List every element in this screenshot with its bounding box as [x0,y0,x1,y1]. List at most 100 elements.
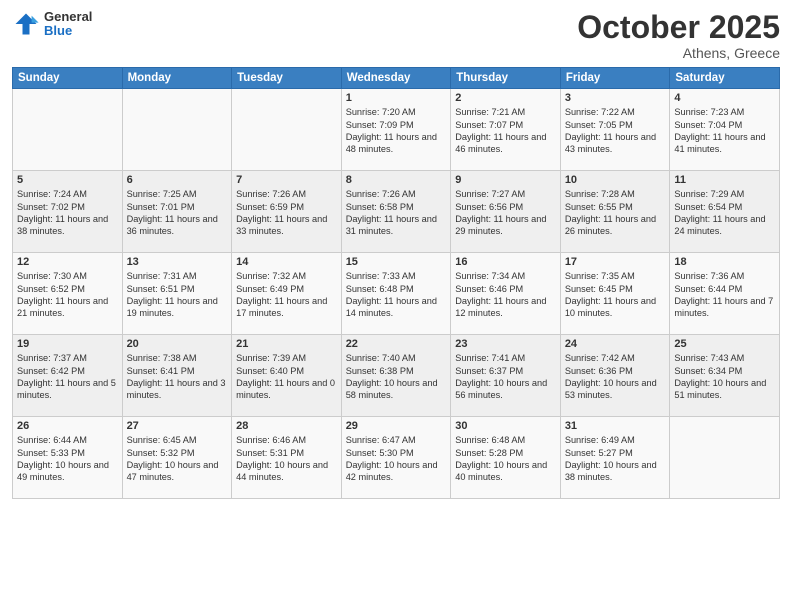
day-number: 12 [17,256,118,268]
calendar-cell [122,89,232,171]
day-number: 16 [455,256,556,268]
calendar-cell: 3 Sunrise: 7:22 AM Sunset: 7:05 PM Daylig… [560,89,670,171]
calendar-week-row: 12 Sunrise: 7:30 AM Sunset: 6:52 PM Dayli… [13,253,780,335]
day-info: Sunrise: 7:24 AM Sunset: 7:02 PM Dayligh… [17,188,118,238]
day-header-tuesday: Tuesday [232,68,342,89]
calendar-cell: 26 Sunrise: 6:44 AM Sunset: 5:33 PM Dayli… [13,417,123,499]
day-number: 3 [565,92,666,104]
day-number: 27 [127,420,228,432]
day-info: Sunrise: 7:26 AM Sunset: 6:58 PM Dayligh… [346,188,447,238]
day-number: 23 [455,338,556,350]
calendar-cell: 17Sunrise: 7:35 AM Sunset: 6:45 PM Dayli… [560,253,670,335]
day-info: Sunrise: 7:40 AM Sunset: 6:38 PM Dayligh… [346,352,447,402]
calendar-cell: 9 Sunrise: 7:27 AM Sunset: 6:56 PM Daylig… [451,171,561,253]
logo: General Blue [12,10,92,39]
calendar-cell: 19 Sunrise: 7:37 AM Sunset: 6:42 PM Dayli… [13,335,123,417]
day-number: 20 [127,338,228,350]
calendar-cell: 11 Sunrise: 7:29 AM Sunset: 6:54 PM Dayli… [670,171,780,253]
day-info: Sunrise: 7:38 AM Sunset: 6:41 PM Dayligh… [127,352,228,402]
day-info: Sunrise: 7:29 AM Sunset: 6:54 PM Dayligh… [674,188,775,238]
calendar-cell: 18Sunrise: 7:36 AM Sunset: 6:44 PM Dayli… [670,253,780,335]
calendar-cell: 31 Sunrise: 6:49 AM Sunset: 5:27 PM Dayli… [560,417,670,499]
day-info: Sunrise: 7:31 AM Sunset: 6:51 PM Dayligh… [127,270,228,320]
calendar-cell: 12 Sunrise: 7:30 AM Sunset: 6:52 PM Dayli… [13,253,123,335]
day-number: 1 [346,92,447,104]
day-number: 28 [236,420,337,432]
month-title: October 2025 [577,10,780,45]
day-number: 9 [455,174,556,186]
day-info: Sunrise: 7:28 AM Sunset: 6:55 PM Dayligh… [565,188,666,238]
calendar-cell: 8 Sunrise: 7:26 AM Sunset: 6:58 PM Daylig… [341,171,451,253]
day-number: 31 [565,420,666,432]
day-number: 19 [17,338,118,350]
day-number: 8 [346,174,447,186]
calendar-cell: 1 Sunrise: 7:20 AM Sunset: 7:09 PM Daylig… [341,89,451,171]
calendar-cell: 20 Sunrise: 7:38 AM Sunset: 6:41 PM Dayli… [122,335,232,417]
calendar-cell: 29 Sunrise: 6:47 AM Sunset: 5:30 PM Dayli… [341,417,451,499]
calendar-table: SundayMondayTuesdayWednesdayThursdayFrid… [12,67,780,499]
logo-icon [12,10,40,38]
calendar-cell: 2Sunrise: 7:21 AM Sunset: 7:07 PM Daylig… [451,89,561,171]
day-number: 15 [346,256,447,268]
calendar-week-row: 26 Sunrise: 6:44 AM Sunset: 5:33 PM Dayli… [13,417,780,499]
page-container: General Blue October 2025 Athens, Greece… [0,0,792,612]
day-info: Sunrise: 7:37 AM Sunset: 6:42 PM Dayligh… [17,352,118,402]
header: General Blue October 2025 Athens, Greece [12,10,780,61]
calendar-cell: 15 Sunrise: 7:33 AM Sunset: 6:48 PM Dayli… [341,253,451,335]
day-number: 11 [674,174,775,186]
calendar-cell: 22 Sunrise: 7:40 AM Sunset: 6:38 PM Dayli… [341,335,451,417]
day-info: Sunrise: 6:47 AM Sunset: 5:30 PM Dayligh… [346,434,447,484]
day-header-saturday: Saturday [670,68,780,89]
calendar-cell: 24 Sunrise: 7:42 AM Sunset: 6:36 PM Dayli… [560,335,670,417]
day-info: Sunrise: 7:26 AM Sunset: 6:59 PM Dayligh… [236,188,337,238]
logo-general: General [44,10,92,24]
day-header-friday: Friday [560,68,670,89]
calendar-cell: 5Sunrise: 7:24 AM Sunset: 7:02 PM Daylig… [13,171,123,253]
calendar-cell: 7 Sunrise: 7:26 AM Sunset: 6:59 PM Daylig… [232,171,342,253]
calendar-cell: 30 Sunrise: 6:48 AM Sunset: 5:28 PM Dayli… [451,417,561,499]
day-info: Sunrise: 7:42 AM Sunset: 6:36 PM Dayligh… [565,352,666,402]
day-info: Sunrise: 6:49 AM Sunset: 5:27 PM Dayligh… [565,434,666,484]
calendar-week-row: 1 Sunrise: 7:20 AM Sunset: 7:09 PM Daylig… [13,89,780,171]
day-info: Sunrise: 7:39 AM Sunset: 6:40 PM Dayligh… [236,352,337,402]
calendar-cell: 4 Sunrise: 7:23 AM Sunset: 7:04 PM Daylig… [670,89,780,171]
day-info: Sunrise: 6:48 AM Sunset: 5:28 PM Dayligh… [455,434,556,484]
calendar-cell: 21 Sunrise: 7:39 AM Sunset: 6:40 PM Dayli… [232,335,342,417]
day-info: Sunrise: 7:20 AM Sunset: 7:09 PM Dayligh… [346,106,447,156]
calendar-cell: 14 Sunrise: 7:32 AM Sunset: 6:49 PM Dayli… [232,253,342,335]
day-info: Sunrise: 6:45 AM Sunset: 5:32 PM Dayligh… [127,434,228,484]
title-section: October 2025 Athens, Greece [577,10,780,61]
day-info: Sunrise: 7:36 AM Sunset: 6:44 PM Dayligh… [674,270,775,320]
day-header-monday: Monday [122,68,232,89]
calendar-cell [232,89,342,171]
calendar-cell: 27 Sunrise: 6:45 AM Sunset: 5:32 PM Dayli… [122,417,232,499]
day-info: Sunrise: 7:27 AM Sunset: 6:56 PM Dayligh… [455,188,556,238]
day-number: 29 [346,420,447,432]
day-number: 25 [674,338,775,350]
day-header-sunday: Sunday [13,68,123,89]
day-info: Sunrise: 7:33 AM Sunset: 6:48 PM Dayligh… [346,270,447,320]
day-info: Sunrise: 7:25 AM Sunset: 7:01 PM Dayligh… [127,188,228,238]
calendar-week-row: 19 Sunrise: 7:37 AM Sunset: 6:42 PM Dayli… [13,335,780,417]
day-number: 21 [236,338,337,350]
logo-text: General Blue [44,10,92,39]
day-number: 22 [346,338,447,350]
day-number: 24 [565,338,666,350]
calendar-header-row: SundayMondayTuesdayWednesdayThursdayFrid… [13,68,780,89]
day-number: 4 [674,92,775,104]
day-number: 26 [17,420,118,432]
day-info: Sunrise: 7:22 AM Sunset: 7:05 PM Dayligh… [565,106,666,156]
day-number: 14 [236,256,337,268]
day-info: Sunrise: 7:23 AM Sunset: 7:04 PM Dayligh… [674,106,775,156]
logo-blue: Blue [44,24,92,38]
day-number: 10 [565,174,666,186]
day-number: 7 [236,174,337,186]
day-info: Sunrise: 6:44 AM Sunset: 5:33 PM Dayligh… [17,434,118,484]
day-info: Sunrise: 7:32 AM Sunset: 6:49 PM Dayligh… [236,270,337,320]
day-info: Sunrise: 7:30 AM Sunset: 6:52 PM Dayligh… [17,270,118,320]
day-header-thursday: Thursday [451,68,561,89]
day-number: 30 [455,420,556,432]
calendar-cell: 23Sunrise: 7:41 AM Sunset: 6:37 PM Dayli… [451,335,561,417]
calendar-cell [670,417,780,499]
day-info: Sunrise: 7:34 AM Sunset: 6:46 PM Dayligh… [455,270,556,320]
